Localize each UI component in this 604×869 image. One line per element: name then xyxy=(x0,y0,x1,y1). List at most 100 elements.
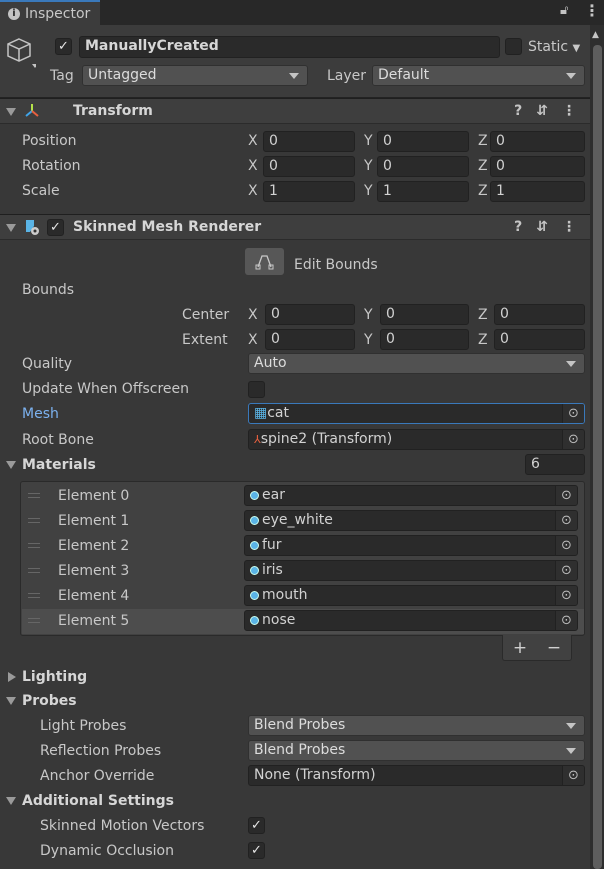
object-name-input[interactable]: ManuallyCreated xyxy=(79,36,500,58)
static-checkbox[interactable] xyxy=(505,38,522,55)
reflection-probes-dropdown[interactable]: Blend Probes xyxy=(248,740,585,761)
static-dropdown[interactable]: Static ▼ xyxy=(528,37,580,59)
reflection-probes-label: Reflection Probes xyxy=(40,743,162,759)
component-title: Skinned Mesh Renderer xyxy=(73,219,262,235)
position-x-input[interactable]: 0 xyxy=(263,131,355,152)
skinned-mesh-renderer-icon xyxy=(26,220,39,235)
lighting-label[interactable]: Lighting xyxy=(22,667,87,687)
object-picker-icon[interactable]: ⊙ xyxy=(562,430,584,449)
material-object-field[interactable]: eye_white ⊙ xyxy=(244,510,578,531)
list-item[interactable]: Element 1 eye_white ⊙ xyxy=(22,509,584,534)
drag-handle-icon[interactable] xyxy=(28,618,40,623)
position-z-input[interactable]: 0 xyxy=(490,131,585,152)
list-item[interactable]: Element 4 mouth ⊙ xyxy=(22,584,584,609)
lighting-foldout-icon[interactable] xyxy=(8,672,16,682)
remove-element-button[interactable]: − xyxy=(547,638,561,658)
materials-label[interactable]: Materials xyxy=(22,455,96,475)
update-offscreen-checkbox[interactable] xyxy=(248,381,265,398)
axis-label: Y xyxy=(364,307,373,323)
material-icon xyxy=(250,616,259,625)
foldout-arrow-icon[interactable] xyxy=(6,108,16,116)
object-picker-icon[interactable]: ⊙ xyxy=(562,404,584,423)
drag-handle-icon[interactable] xyxy=(28,493,40,498)
material-icon xyxy=(250,491,259,500)
object-picker-icon[interactable]: ⊙ xyxy=(555,486,577,505)
rotation-x-input[interactable]: 0 xyxy=(263,156,355,177)
drag-handle-icon[interactable] xyxy=(28,518,40,523)
scale-z-input[interactable]: 1 xyxy=(490,181,585,202)
active-checkbox[interactable]: ✓ xyxy=(55,38,72,55)
object-picker-icon[interactable]: ⊙ xyxy=(555,536,577,555)
center-z-input[interactable]: 0 xyxy=(494,304,585,325)
tag-dropdown[interactable]: Untagged xyxy=(82,65,308,86)
probes-label[interactable]: Probes xyxy=(22,691,77,711)
help-icon[interactable]: ? xyxy=(514,219,522,235)
center-x-input[interactable]: 0 xyxy=(265,304,355,325)
object-picker-icon[interactable]: ⊙ xyxy=(555,561,577,580)
drag-handle-icon[interactable] xyxy=(28,568,40,573)
object-picker-icon[interactable]: ⊙ xyxy=(555,611,577,630)
mesh-object-field[interactable]: ▦cat ⊙ xyxy=(248,403,585,424)
list-footer: + − xyxy=(502,635,572,661)
scrollbar-thumb[interactable] xyxy=(593,45,602,869)
skinned-mesh-renderer-header[interactable]: ✓ Skinned Mesh Renderer ? ⇵ ⋮ xyxy=(0,214,590,240)
add-element-button[interactable]: + xyxy=(513,638,527,658)
object-picker-icon[interactable]: ⊙ xyxy=(555,586,577,605)
list-item[interactable]: Element 3 iris ⊙ xyxy=(22,559,584,584)
center-y-input[interactable]: 0 xyxy=(380,304,469,325)
material-object-field[interactable]: fur ⊙ xyxy=(244,535,578,556)
more-menu-icon[interactable]: ⋮ xyxy=(584,1,600,20)
additional-settings-foldout-icon[interactable] xyxy=(6,797,16,805)
extent-y-input[interactable]: 0 xyxy=(380,329,469,350)
materials-size-input[interactable]: 6 xyxy=(525,454,585,475)
probes-foldout-icon[interactable] xyxy=(6,697,16,705)
scale-y-input[interactable]: 1 xyxy=(377,181,469,202)
more-menu-icon[interactable]: ⋮ xyxy=(562,103,576,119)
element-label: Element 3 xyxy=(58,563,130,579)
more-menu-icon[interactable]: ⋮ xyxy=(562,219,576,235)
anchor-override-object-field[interactable]: None (Transform) ⊙ xyxy=(248,765,585,786)
list-item[interactable]: Element 0 ear ⊙ xyxy=(22,484,584,509)
root-bone-object-field[interactable]: ⅄spine2 (Transform) ⊙ xyxy=(248,429,585,450)
object-picker-icon[interactable]: ⊙ xyxy=(555,511,577,530)
layer-dropdown[interactable]: Default xyxy=(372,65,585,86)
rotation-z-input[interactable]: 0 xyxy=(490,156,585,177)
rotation-y-input[interactable]: 0 xyxy=(377,156,469,177)
extent-x-input[interactable]: 0 xyxy=(265,329,355,350)
drag-handle-icon[interactable] xyxy=(28,543,40,548)
light-probes-dropdown[interactable]: Blend Probes xyxy=(248,715,585,736)
component-enabled-checkbox[interactable]: ✓ xyxy=(47,219,64,236)
material-object-field[interactable]: ear ⊙ xyxy=(244,485,578,506)
list-item[interactable]: Element 2 fur ⊙ xyxy=(22,534,584,559)
materials-foldout-icon[interactable] xyxy=(6,461,16,469)
skinned-motion-vectors-checkbox[interactable]: ✓ xyxy=(248,817,265,834)
quality-dropdown[interactable]: Auto xyxy=(248,353,585,374)
tab-inspector[interactable]: i Inspector xyxy=(0,0,100,25)
dynamic-occlusion-checkbox[interactable]: ✓ xyxy=(248,842,265,859)
foldout-arrow-icon[interactable] xyxy=(6,224,16,232)
extent-z-input[interactable]: 0 xyxy=(494,329,585,350)
object-picker-icon[interactable]: ⊙ xyxy=(562,766,584,785)
dynamic-occlusion-label: Dynamic Occlusion xyxy=(40,843,174,859)
material-object-field[interactable]: mouth ⊙ xyxy=(244,585,578,606)
transform-header[interactable]: Transform ? ⇵ ⋮ xyxy=(0,98,590,124)
axis-label: X xyxy=(248,332,258,348)
additional-settings-label[interactable]: Additional Settings xyxy=(22,791,174,811)
help-icon[interactable]: ? xyxy=(514,103,522,119)
axis-label: X xyxy=(248,183,258,199)
scale-x-input[interactable]: 1 xyxy=(263,181,355,202)
drag-handle-icon[interactable] xyxy=(28,593,40,598)
material-object-field[interactable]: nose ⊙ xyxy=(244,610,578,631)
axis-label: Y xyxy=(364,158,373,174)
list-item-selected[interactable]: Element 5 nose ⊙ xyxy=(22,609,584,634)
tab-title: Inspector xyxy=(25,5,91,22)
position-y-input[interactable]: 0 xyxy=(377,131,469,152)
material-value: iris xyxy=(262,562,283,578)
lock-icon[interactable]: 🔓︎ xyxy=(560,3,568,18)
scroll-up-icon[interactable]: ▲ xyxy=(592,30,599,40)
gameobject-cube-icon[interactable] xyxy=(6,37,36,69)
presets-icon[interactable]: ⇵ xyxy=(536,103,548,119)
presets-icon[interactable]: ⇵ xyxy=(536,219,548,235)
material-object-field[interactable]: iris ⊙ xyxy=(244,560,578,581)
edit-bounds-button[interactable] xyxy=(245,248,284,275)
